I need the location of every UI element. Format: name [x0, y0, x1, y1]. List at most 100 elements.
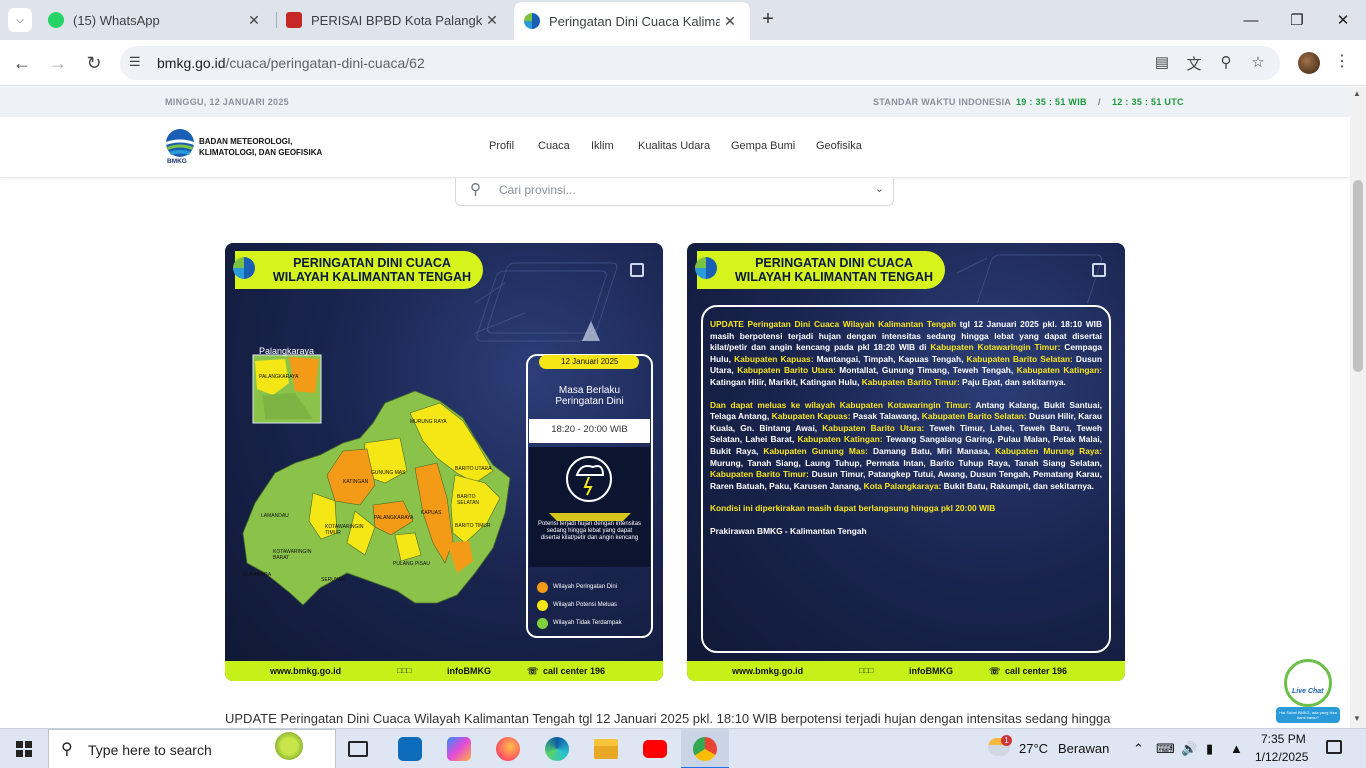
province-search[interactable]: ⚲ Cari provinsi... ⌄: [455, 178, 894, 206]
minimize-button[interactable]: —: [1228, 0, 1274, 40]
highlight: UPDATE Peringatan Dini Cuaca Wilayah Kal…: [710, 319, 957, 329]
map-label: KOTAWARINGIN BARAT: [273, 549, 312, 561]
install-app-icon[interactable]: ▤: [1152, 53, 1172, 73]
warning-map-card[interactable]: PERINGATAN DINI CUACA WILAYAH KALIMANTAN…: [225, 243, 663, 681]
forward-button[interactable]: →: [43, 48, 73, 78]
region-name: Kabupaten Barito Timur:: [710, 469, 809, 480]
notification-icon[interactable]: [1326, 740, 1342, 754]
nav-geofisika[interactable]: Geofisika: [816, 140, 862, 152]
live-chat-widget[interactable]: Live Chat Hai Sobat BMKG, ada yang bisa …: [1276, 659, 1340, 725]
nav-cuaca[interactable]: Cuaca: [538, 140, 570, 152]
battery-icon[interactable]: ▮: [1206, 741, 1213, 757]
map-label: BARITO TIMUR: [455, 523, 491, 529]
text: Montallat, Gunung Timang, Teweh Tengah,: [835, 365, 1017, 376]
legend-label: Wilayah Tidak Terdampak: [553, 620, 622, 626]
nav-profil[interactable]: Profil: [489, 140, 514, 152]
address-bar[interactable]: ☰ bmkg.go.id/cuaca/peringatan-dini-cuaca…: [120, 46, 1280, 80]
input-indicator-icon[interactable]: ⌨: [1156, 741, 1175, 757]
map-label: BARITO SELATAN: [457, 494, 480, 506]
restore-button[interactable]: ❐: [1274, 0, 1320, 40]
time-standard-label: STANDAR WAKTU INDONESIA: [873, 97, 1012, 107]
back-button[interactable]: ←: [7, 48, 37, 78]
firefox-icon[interactable]: [496, 737, 520, 761]
map-label: MURUNG RAYA: [410, 419, 447, 425]
outlook-icon[interactable]: [398, 737, 422, 761]
volume-icon[interactable]: 🔊: [1181, 741, 1197, 757]
map-label: SERUYAN: [321, 577, 345, 583]
weather-temp[interactable]: 27°C: [1019, 741, 1048, 756]
text: Bukit Batu, Rakumpit, dan sekitarnya.: [941, 480, 1094, 491]
nav-iklim[interactable]: Iklim: [591, 140, 614, 152]
legend-label: Wilayah Potensi Meluas: [553, 602, 618, 608]
bookmark-star-icon[interactable]: ☆: [1248, 53, 1268, 73]
menu-button[interactable]: ⋮: [1332, 51, 1352, 75]
region-name: Kabupaten Kapuas:: [771, 411, 851, 422]
chevron-down-icon: ⌄: [874, 183, 884, 195]
nav-gempa-bumi[interactable]: Gempa Bumi: [731, 140, 795, 152]
bmkg-favicon-icon: [524, 13, 540, 29]
warning-paragraph-2: Dan dapat meluas ke wilayah Kabupaten Ko…: [710, 400, 1102, 493]
bmkg-logo[interactable]: BMKG BADAN METEOROLOGI, KLIMATOLOGI, DAN…: [165, 128, 335, 168]
url-path: /cuaca/peringatan-dini-cuaca/62: [225, 55, 425, 71]
map-label: LAMANDAU: [261, 513, 289, 519]
youtube-icon[interactable]: [643, 740, 667, 758]
chevron-down-icon: ⌵: [16, 14, 24, 26]
zoom-icon[interactable]: ⚲: [1216, 53, 1236, 73]
arrow-right-icon: →: [49, 52, 67, 73]
close-icon[interactable]: ✕: [482, 12, 502, 29]
translate-icon[interactable]: 文: [1184, 53, 1204, 73]
map-label: KATINGAN: [343, 479, 369, 485]
weather-desc[interactable]: Berawan: [1058, 741, 1109, 756]
footer-social: infoBMKG: [447, 666, 491, 676]
scroll-up-icon[interactable]: ▲: [1353, 89, 1361, 98]
more-vertical-icon: ⋮: [1334, 53, 1350, 70]
nav-kualitas-udara[interactable]: Kualitas Udara: [638, 140, 710, 152]
scrollbar-thumb[interactable]: [1353, 180, 1363, 372]
text: Paju Epat, dan sekitarnya.: [959, 376, 1066, 387]
map-label: GUNUNG MAS: [371, 470, 406, 476]
clock-time[interactable]: 7:35 PM: [1261, 732, 1306, 746]
copilot-icon[interactable]: [447, 737, 471, 761]
tennis-racket-icon: [275, 732, 303, 760]
bmkg-logo-icon: [166, 129, 194, 157]
footer-call: call center 196: [543, 666, 606, 676]
url-host: bmkg.go.id: [157, 55, 226, 71]
text: Mantangai, Timpah, Kapuas Tengah,: [813, 353, 967, 364]
clock-date[interactable]: 1/12/2025: [1255, 750, 1308, 764]
file-explorer-icon[interactable]: [594, 739, 618, 759]
edge-icon[interactable]: [545, 737, 569, 761]
bmkg-logo-icon: [233, 257, 255, 279]
site-info-icon[interactable]: ☰: [129, 54, 141, 70]
chrome-taskbar-button[interactable]: [681, 729, 729, 768]
inset-label: Palangkaraya: [259, 346, 315, 356]
region-name: Kabupaten Barito Selatan:: [966, 353, 1073, 364]
fullscreen-icon[interactable]: [630, 263, 644, 277]
tab-perisai[interactable]: PERISAI BPBD Kota Palangka Ra ✕: [276, 4, 512, 36]
tab-search-button[interactable]: ⌵: [8, 8, 32, 32]
tab-peringatan[interactable]: Peringatan Dini Cuaca Kalimant ✕: [514, 2, 750, 40]
live-chat-title: Live Chat: [1292, 688, 1324, 695]
screen: ⌵ (15) WhatsApp ✕ PERISAI BPBD Kota Pala…: [0, 0, 1366, 768]
warning-text-card[interactable]: PERINGATAN DINI CUACA WILAYAH KALIMANTAN…: [687, 243, 1125, 681]
fullscreen-icon[interactable]: [1092, 263, 1106, 277]
footer-social: infoBMKG: [909, 666, 953, 676]
url-text: bmkg.go.id/cuaca/peringatan-dini-cuaca/6…: [157, 55, 425, 71]
start-button[interactable]: [0, 729, 48, 768]
new-tab-button[interactable]: +: [756, 8, 780, 32]
reload-button[interactable]: ↻: [79, 48, 109, 78]
chevron-up-icon[interactable]: ⌃: [1133, 741, 1144, 757]
wifi-icon[interactable]: ▲: [1230, 741, 1243, 756]
taskbar-search[interactable]: ⚲ Type here to search: [48, 729, 336, 768]
close-icon[interactable]: ✕: [244, 12, 264, 29]
task-view-icon[interactable]: [348, 741, 368, 757]
region-name: Kabupaten Barito Utara:: [822, 422, 925, 433]
close-icon[interactable]: ✕: [720, 13, 740, 30]
profile-avatar[interactable]: [1298, 52, 1320, 74]
page-scrollbar[interactable]: ▲ ▼: [1350, 87, 1366, 728]
card-title-line1: PERINGATAN DINI CUACA: [293, 256, 451, 270]
scroll-down-icon[interactable]: ▼: [1353, 714, 1361, 723]
legend: Wilayah Peringatan Dini Wilayah Potensi …: [537, 580, 647, 634]
social-icons: □□□: [859, 666, 874, 675]
close-window-button[interactable]: ✕: [1320, 0, 1366, 40]
tab-whatsapp[interactable]: (15) WhatsApp ✕: [38, 4, 274, 36]
